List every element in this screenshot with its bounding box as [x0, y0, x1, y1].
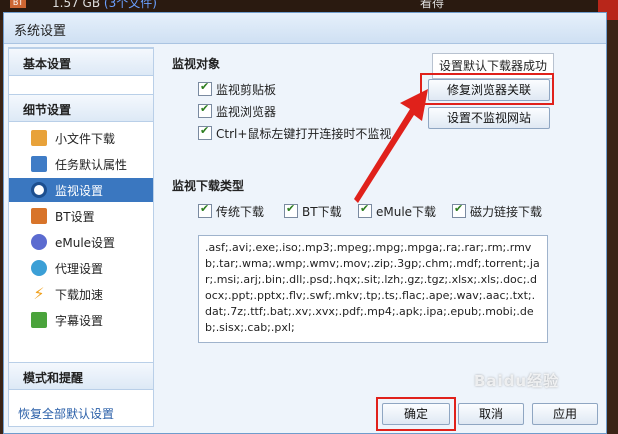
sidebar: 基本设置 细节设置 小文件下载 任务默认属性 监视设置 BT设置 eMule设置… — [8, 47, 154, 427]
bt-badge: BT — [10, 0, 26, 8]
section-detail-label: 细节设置 — [23, 103, 72, 117]
checkbox-label: 监视浏览器 — [216, 105, 277, 119]
checkbox-label: 传统下载 — [216, 205, 265, 219]
eye-monitor-icon — [31, 182, 47, 198]
sidebar-item-label: 小文件下载 — [55, 132, 116, 146]
proxy-globe-icon — [31, 260, 47, 276]
emule-icon — [31, 234, 47, 250]
checkbox-box — [452, 202, 466, 218]
sidebar-item-bt-settings[interactable]: BT设置 — [9, 204, 153, 228]
sidebar-item-download-boost[interactable]: ⚡ 下载加速 — [9, 282, 153, 306]
download-types-heading: 监视下载类型 — [172, 179, 245, 193]
section-mode-label: 模式和提醒 — [23, 371, 84, 385]
checkbox-box — [284, 202, 298, 218]
red-arrow-annotation — [354, 89, 428, 203]
checkbox-label: 监视剪贴板 — [216, 83, 277, 97]
lightning-icon: ⚡ — [33, 284, 45, 303]
sidebar-item-label: 任务默认属性 — [55, 158, 128, 172]
file-extensions-textarea[interactable]: .asf;.avi;.exe;.iso;.mp3;.mpeg;.mpg;.mpg… — [198, 235, 548, 343]
sidebar-item-label: 下载加速 — [55, 288, 104, 302]
bt-package-icon — [31, 208, 47, 224]
section-detail-settings[interactable]: 细节设置 — [9, 94, 153, 122]
checkbox-label: 磁力链接下载 — [470, 205, 543, 219]
baidu-watermark: Baidu经验 — [474, 372, 560, 390]
no-monitor-sites-button[interactable]: 设置不监视网站 — [428, 107, 550, 129]
checkbox-box — [198, 80, 212, 96]
monitor-target-heading: 监视对象 — [172, 57, 221, 71]
sidebar-item-label: 字幕设置 — [55, 314, 104, 328]
sidebar-item-task-defaults[interactable]: 任务默认属性 — [9, 152, 153, 176]
sidebar-item-subtitle-settings[interactable]: 字幕设置 — [9, 308, 153, 332]
section-mode-and-alerts[interactable]: 模式和提醒 — [9, 362, 153, 390]
sidebar-item-label: 监视设置 — [55, 184, 104, 198]
sidebar-item-small-file-download[interactable]: 小文件下载 — [9, 126, 153, 150]
background-file-info: 1.57 GB (3个文件) — [52, 0, 157, 10]
cancel-button[interactable]: 取消 — [458, 403, 524, 425]
window-title: 系统设置 — [14, 24, 67, 39]
sidebar-item-emule-settings[interactable]: eMule设置 — [9, 230, 153, 254]
subtitle-icon — [31, 312, 47, 328]
apply-button[interactable]: 应用 — [532, 403, 598, 425]
checkbox-box — [198, 202, 212, 218]
sidebar-item-label: BT设置 — [55, 210, 95, 224]
task-list-icon — [31, 156, 47, 172]
sidebar-item-monitor-settings[interactable]: 监视设置 — [9, 178, 153, 202]
sidebar-item-proxy-settings[interactable]: 代理设置 — [9, 256, 153, 280]
folder-download-icon — [31, 130, 47, 146]
highlight-ok-button — [376, 397, 456, 431]
section-basic-settings[interactable]: 基本设置 — [9, 48, 153, 76]
section-basic-label: 基本设置 — [23, 57, 72, 71]
sidebar-item-label: eMule设置 — [55, 236, 116, 250]
checkbox-box — [198, 124, 212, 140]
highlight-repair-button — [420, 73, 554, 105]
restore-defaults-link[interactable]: 恢复全部默认设置 — [18, 405, 114, 422]
title-bar[interactable]: 系统设置 — [4, 13, 606, 44]
background-right-text: 看得 — [420, 0, 445, 10]
sidebar-item-label: 代理设置 — [55, 262, 104, 276]
checkbox-box — [198, 102, 212, 118]
